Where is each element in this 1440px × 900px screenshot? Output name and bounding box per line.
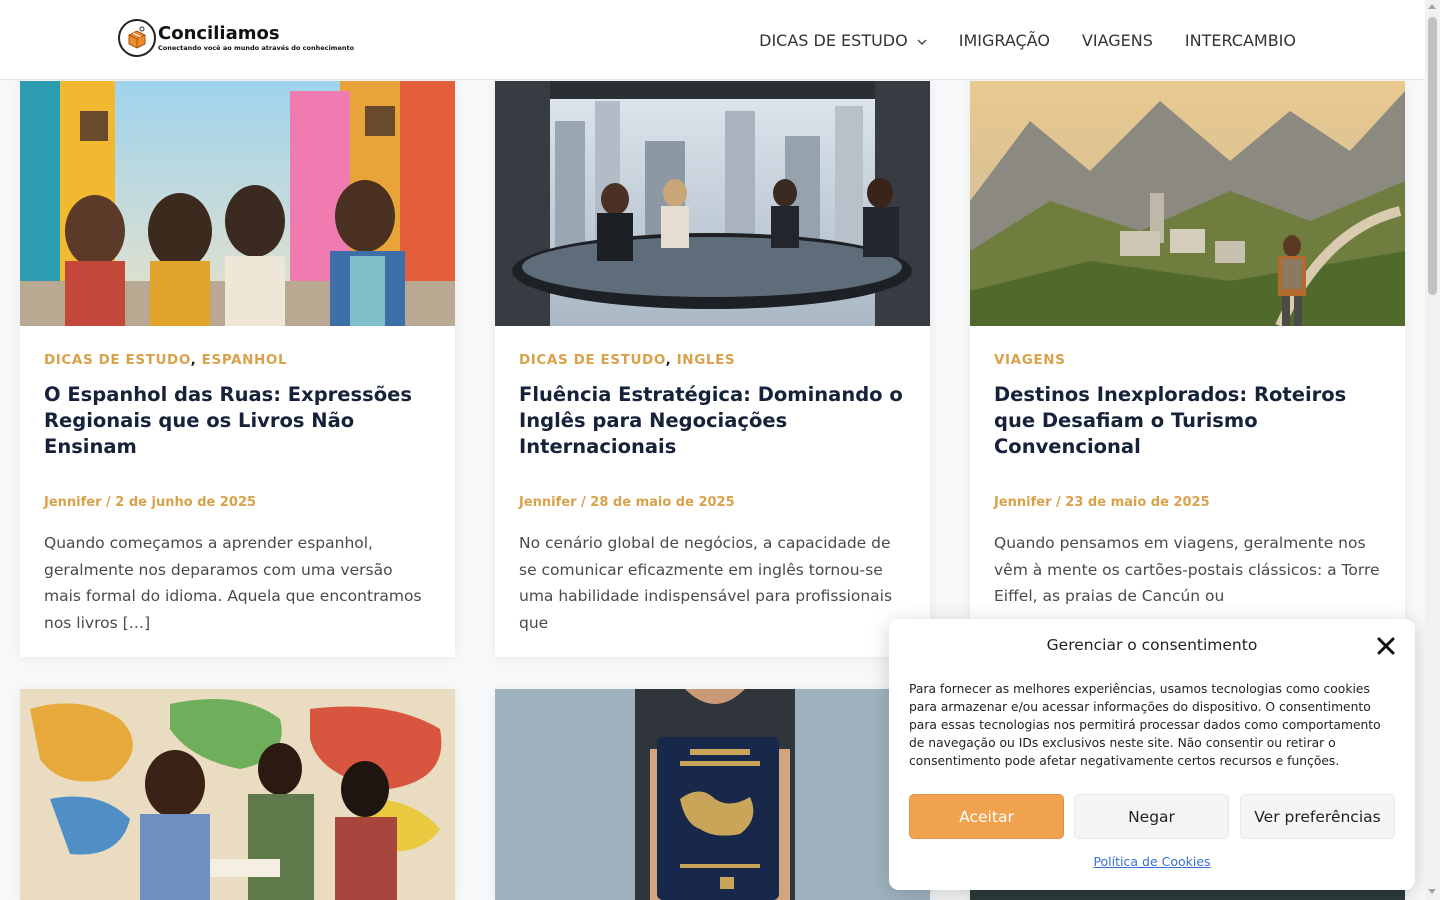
post-title[interactable]: Destinos Inexplorados: Roteiros que Desa… — [994, 382, 1381, 460]
nav-item-viagens[interactable]: VIAGENS — [1082, 31, 1153, 50]
post-excerpt: No cenário global de negócios, a capacid… — [519, 534, 893, 632]
post-categories: DICAS DE ESTUDO, INGLES — [519, 352, 736, 368]
post-title[interactable]: O Espanhol das Ruas: Expressões Regionai… — [44, 382, 431, 460]
site-logo[interactable]: Conciliamos Conectando você ao mundo atr… — [118, 19, 354, 57]
post-card: VIAGENS Destinos Inexplorados: Roteiros … — [970, 81, 1405, 657]
post-card: DICAS DE ESTUDO, ESPANHOL O Espanhol das… — [20, 81, 455, 657]
post-card: DICAS DE ESTUDO, INGLES Fluência Estraté… — [495, 81, 930, 657]
close-icon[interactable] — [1377, 637, 1395, 655]
post-image[interactable] — [20, 81, 455, 326]
accept-button[interactable]: Aceitar — [909, 794, 1064, 839]
site-header: Conciliamos Conectando você ao mundo atr… — [0, 0, 1425, 80]
post-image[interactable] — [495, 689, 930, 900]
post-excerpt: Quando pensamos em viagens, geralmente n… — [994, 534, 1380, 605]
post-card — [20, 689, 455, 900]
category-link[interactable]: VIAGENS — [994, 352, 1065, 368]
nav-item-label: VIAGENS — [1081, 30, 1153, 50]
post-image[interactable] — [495, 81, 930, 326]
post-meta: Jennifer / 23 de maio de 2025 — [994, 495, 1210, 510]
category-link[interactable]: DICAS DE ESTUDO — [519, 352, 666, 368]
post-meta: Jennifer / 28 de maio de 2025 — [519, 495, 735, 510]
consent-title: Gerenciar o consentimento — [1046, 636, 1258, 654]
post-image[interactable] — [20, 689, 455, 900]
post-meta: Jennifer / 2 de junho de 2025 — [44, 495, 257, 510]
post-card — [495, 689, 930, 900]
page-scrollbar[interactable] — [1425, 0, 1440, 900]
deny-button[interactable]: Negar — [1074, 794, 1229, 839]
post-categories: DICAS DE ESTUDO, ESPANHOL — [44, 352, 288, 368]
nav-item-dicas-de-estudo[interactable]: DICAS DE ESTUDO — [759, 31, 927, 50]
main-nav: DICAS DE ESTUDO IMIGRAÇÃO VIAGENS INTERC… — [727, 0, 1296, 80]
post-title[interactable]: Fluência Estratégica: Dominando o Inglês… — [519, 382, 906, 460]
nav-item-label: INTERCAMBIO — [1184, 30, 1296, 50]
cookie-consent-dialog: Gerenciar o consentimento Para fornecer … — [889, 619, 1415, 890]
category-link[interactable]: INGLES — [677, 352, 736, 368]
category-link[interactable]: ESPANHOL — [202, 352, 288, 368]
nav-item-label: DICAS DE ESTUDO — [759, 30, 908, 50]
post-excerpt: Quando começamos a aprender espanhol, ge… — [44, 534, 422, 632]
nav-item-intercambio[interactable]: INTERCAMBIO — [1185, 31, 1296, 50]
post-image[interactable] — [970, 81, 1405, 326]
cookie-policy-link[interactable]: Política de Cookies — [889, 854, 1415, 869]
scroll-up-arrow-icon[interactable] — [1428, 4, 1436, 9]
logo-box-icon — [118, 19, 156, 57]
nav-item-imigracao[interactable]: IMIGRAÇÃO — [959, 31, 1050, 50]
scrollbar-thumb[interactable] — [1428, 17, 1437, 295]
post-categories: VIAGENS — [994, 352, 1381, 368]
view-preferences-button[interactable]: Ver preferências — [1240, 794, 1395, 839]
category-link[interactable]: DICAS DE ESTUDO — [44, 352, 191, 368]
nav-item-label: IMIGRAÇÃO — [958, 30, 1050, 50]
chevron-down-icon — [917, 31, 927, 50]
site-name: Conciliamos — [158, 23, 280, 44]
site-tagline: Conectando você ao mundo através do conh… — [158, 44, 355, 52]
consent-text: Para fornecer as melhores experiências, … — [909, 682, 1381, 768]
scroll-down-arrow-icon[interactable] — [1428, 889, 1436, 894]
